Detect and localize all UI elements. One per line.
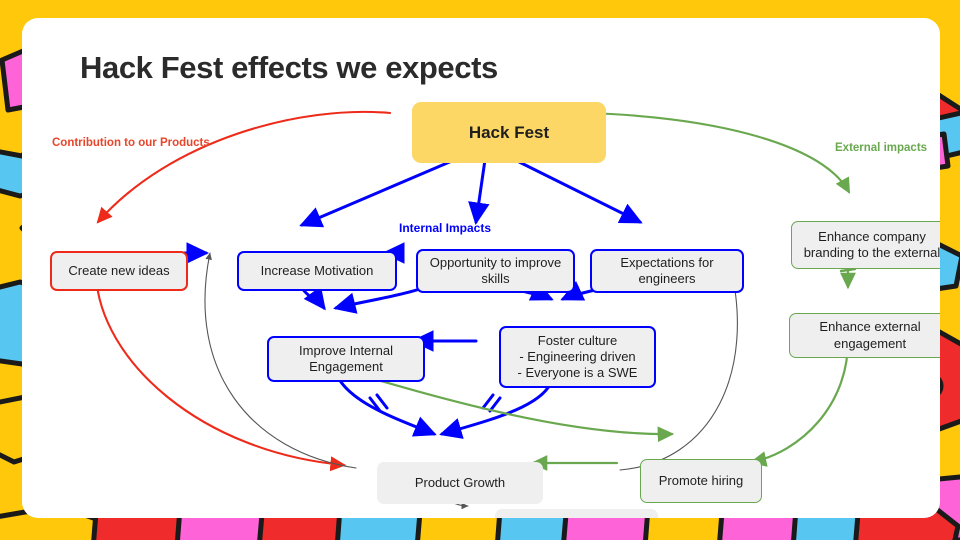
node-promote-hiring[interactable]: Promote hiring <box>640 459 762 503</box>
slide-canvas: Hack Fest effects we expects Contributio… <box>22 18 940 518</box>
label-contribution: Contribution to our Products <box>52 137 210 149</box>
node-hack-fest[interactable]: Hack Fest <box>412 102 606 163</box>
label-external-impacts: External impacts <box>835 142 928 154</box>
foster-culture-bullet-2: - Everyone is a SWE <box>517 365 638 381</box>
node-product-growth[interactable]: Product Growth <box>377 462 543 504</box>
node-foster-culture[interactable]: Foster culture - Engineering driven - Ev… <box>499 326 656 388</box>
foster-culture-title: Foster culture <box>537 332 618 348</box>
edge-hackfest-createideas <box>96 110 392 224</box>
label-internal-impacts: Internal Impacts <box>399 221 492 235</box>
node-enhance-company-branding[interactable]: Enhance company branding to the external <box>791 221 940 269</box>
node-expectations-for-engineers[interactable]: Expectations for engineers <box>590 249 744 293</box>
node-create-new-ideas[interactable]: Create new ideas <box>50 251 188 291</box>
page-title: Hack Fest effects we expects <box>80 50 498 85</box>
edge-enhanceengagement-promotehiring <box>749 339 850 467</box>
delay-mark <box>368 393 502 413</box>
node-enhance-external-engagement[interactable]: Enhance external engagement <box>789 313 940 358</box>
node-opportunity-improve-skills[interactable]: Opportunity to improve skills <box>416 249 575 293</box>
node-improve-internal-engagement[interactable]: Improve Internal Engagement <box>267 336 425 382</box>
node-increase-motivation[interactable]: Increase Motivation <box>237 251 397 291</box>
node-company-growth[interactable]: Company Growth <box>495 509 658 518</box>
edge-hackfest-enhancebranding <box>583 111 851 194</box>
foster-culture-bullet-1: - Engineering driven <box>519 348 636 364</box>
